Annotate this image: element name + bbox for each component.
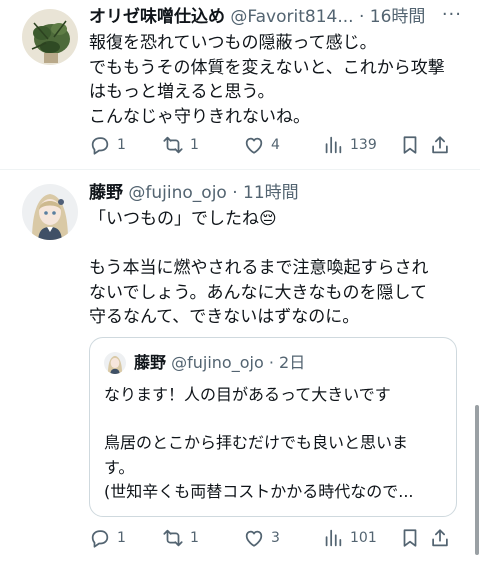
- like-button[interactable]: 4: [243, 134, 280, 156]
- views-icon: [325, 529, 342, 547]
- like-count: 4: [271, 137, 280, 153]
- share-icon: [432, 136, 448, 154]
- more-options-icon[interactable]: ···: [442, 4, 462, 25]
- bookmark-button[interactable]: [399, 527, 421, 549]
- avatar-orize[interactable]: [22, 9, 78, 65]
- action-bar: 1 1 4 139: [89, 134, 460, 158]
- separator-dot: ·: [268, 353, 274, 372]
- quote-header: 藤野 @fujino_ojo · 2日: [134, 352, 305, 374]
- text-line: [89, 232, 429, 257]
- text-line: [104, 407, 414, 431]
- text-line: こんなじゃ守りきれないね。: [89, 106, 310, 127]
- quote-text: なります！人の目があるって大きいです 鳥居のとこから拝むだけでも良いと思いま す…: [104, 383, 414, 504]
- tweet-1[interactable]: オリゼ味噌仕込め @Favorit814... · 16時間 ··· 報復を恐れ…: [0, 0, 480, 170]
- text-line: でももうその体質を変えないと、これから攻撃: [89, 57, 445, 78]
- share-icon: [432, 529, 448, 547]
- quote-avatar: [104, 352, 126, 374]
- display-name[interactable]: オリゼ味噌仕込め: [89, 7, 225, 27]
- views-button[interactable]: 101: [322, 527, 377, 549]
- reply-count: 1: [117, 137, 126, 153]
- text-line: 「いつもの」でしたね😔: [89, 209, 277, 229]
- like-count: 3: [271, 530, 280, 546]
- text-line: (世知辛くも両替コストかかる時代なので...: [104, 481, 414, 501]
- tweet-text: 「いつもの」でしたね😔 もう本当に燃やされるまで注意喚起すらされ ないでしょう。…: [89, 207, 429, 330]
- views-button[interactable]: 139: [322, 134, 377, 156]
- tweet-header: 藤野 @fujino_ojo · 11時間: [89, 182, 299, 204]
- reply-button[interactable]: 1: [89, 527, 126, 549]
- retweet-button[interactable]: 1: [162, 527, 199, 549]
- user-handle[interactable]: @fujino_ojo: [128, 183, 226, 203]
- timestamp[interactable]: 16時間: [370, 7, 426, 27]
- text-line: す。: [104, 457, 135, 477]
- retweet-count: 1: [190, 137, 199, 153]
- like-button[interactable]: 3: [243, 527, 280, 549]
- quote-user-handle: @fujino_ojo: [171, 353, 264, 372]
- reply-icon: [91, 530, 109, 548]
- like-icon: [245, 137, 263, 154]
- view-count: 101: [350, 530, 377, 546]
- like-icon: [245, 530, 263, 547]
- text-line: なります！人の目があるって大きいです: [104, 385, 391, 404]
- bookmark-button[interactable]: [399, 134, 421, 156]
- scrollbar[interactable]: [475, 405, 479, 555]
- user-handle[interactable]: @Favorit814...: [230, 7, 353, 27]
- action-bar: 1 1 3 101: [89, 527, 460, 551]
- reply-count: 1: [117, 530, 126, 546]
- text-line: 鳥居のとこから拝むだけでも良いと思いま: [104, 433, 409, 453]
- quoted-tweet[interactable]: 藤野 @fujino_ojo · 2日 なります！人の目があるって大きいです 鳥…: [89, 337, 457, 517]
- text-line: もう本当に燃やされるまで注意喚起すらされ: [89, 258, 429, 278]
- reply-icon: [91, 137, 109, 155]
- display-name[interactable]: 藤野: [89, 183, 123, 203]
- text-line: はもっと増えると思う。: [89, 82, 275, 102]
- text-line: 守るなんて、できないはずなのに。: [89, 307, 360, 327]
- text-line: ないでしょう。あんなに大きなものを隠して: [89, 282, 427, 303]
- reply-button[interactable]: 1: [89, 134, 126, 156]
- avatar-fujino[interactable]: [22, 184, 78, 240]
- quote-timestamp: 2日: [279, 353, 306, 372]
- view-count: 139: [350, 137, 377, 153]
- retweet-count: 1: [190, 530, 199, 546]
- views-icon: [325, 136, 342, 154]
- tweet-text: 報復を恐れていつもの隠蔽って感じ。 でももうその体質を変えないと、これから攻撃 …: [89, 31, 445, 129]
- bookmark-icon: [403, 136, 417, 154]
- tweet-header: オリゼ味噌仕込め @Favorit814... · 16時間: [89, 6, 425, 28]
- retweet-button[interactable]: 1: [162, 134, 199, 156]
- share-button[interactable]: [429, 134, 451, 156]
- timestamp[interactable]: 11時間: [243, 183, 299, 203]
- bookmark-icon: [403, 529, 417, 547]
- text-line: 報復を恐れていつもの隠蔽って感じ。: [89, 33, 377, 53]
- separator-dot: ·: [232, 183, 238, 203]
- separator-dot: ·: [358, 7, 365, 27]
- retweet-icon: [163, 529, 183, 547]
- quote-display-name: 藤野: [134, 353, 167, 372]
- share-button[interactable]: [429, 527, 451, 549]
- retweet-icon: [163, 136, 183, 154]
